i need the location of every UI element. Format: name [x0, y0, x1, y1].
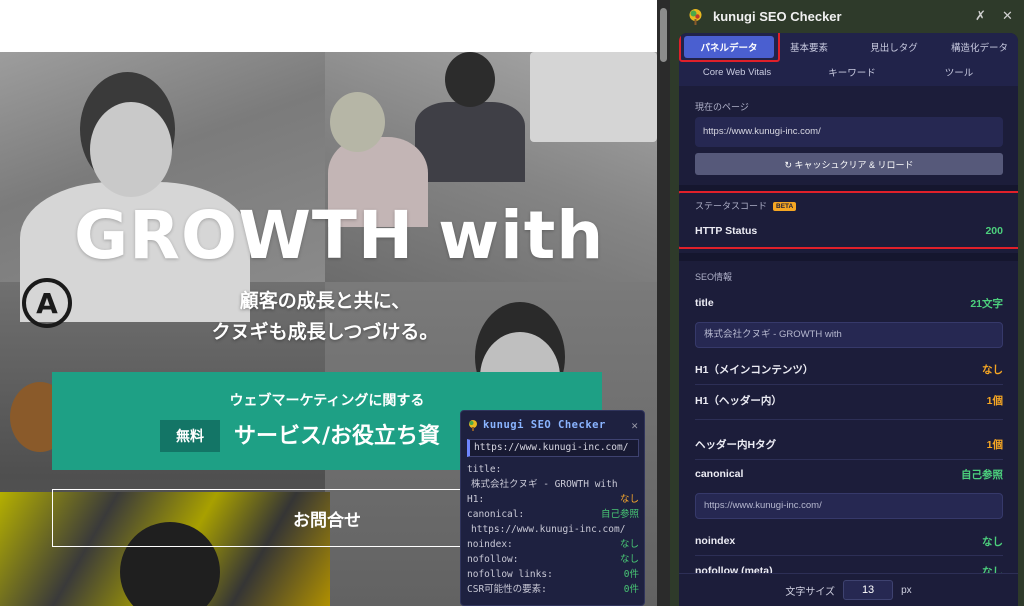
hero-title: GROWTH with — [74, 197, 605, 274]
wall-logo: A — [22, 278, 72, 328]
mini-value: 自己参照 — [600, 509, 639, 520]
header-htag-label: ヘッダー内Hタグ — [695, 438, 777, 451]
mini-label: title: — [467, 464, 502, 475]
hero-subtitle: 顧客の成長と共に、 クヌギも成長しつづける。 — [185, 286, 465, 348]
mini-row-noindex: noindex: なし — [467, 537, 639, 552]
cache-clear-reload-button[interactable]: ↻ キャッシュクリア & リロード — [695, 153, 1003, 175]
title-row: title 21文字 — [695, 293, 1003, 313]
cta-caption: ウェブマーケティングに関する — [229, 393, 425, 409]
photo-shape — [530, 52, 657, 142]
pin-icon[interactable]: ✗ — [975, 9, 986, 24]
hero-subtitle-line: クヌギも成長しつづける。 — [211, 321, 439, 343]
mini-label: nofollow: — [467, 554, 519, 565]
close-icon[interactable]: ✕ — [1002, 9, 1013, 24]
tab-heading-tags[interactable]: 見出しタグ — [854, 36, 934, 58]
mini-label: CSR可能性の要素: — [467, 584, 547, 595]
header-htag-row: ヘッダー内Hタグ 1個 — [695, 434, 1003, 454]
free-badge: 無料 — [160, 420, 220, 452]
tab-structured-data[interactable]: 構造化データ — [941, 36, 1018, 58]
screen: A GROWTH with 顧客の成長と共に、 クヌギも成長しつづける。 ウェブ… — [0, 0, 1024, 606]
kunugi-logo-icon — [689, 9, 702, 25]
header-htag-value: 1個 — [986, 438, 1003, 451]
h1-main-row: H1（メインコンテンツ） なし — [695, 359, 1003, 379]
font-size-input[interactable]: 13 — [843, 580, 894, 600]
mini-popup-rows: title: 株式会社クヌギ - GROWTH with H1: なし canon… — [467, 462, 639, 597]
mini-value: なし — [619, 554, 639, 565]
h1-header-label: H1（ヘッダー内） — [695, 394, 782, 407]
extension-body: パネルデータ 基本要素 見出しタグ 構造化データ Core Web Vitals… — [679, 33, 1018, 606]
row-separator — [695, 459, 1003, 460]
current-page-url[interactable]: https://www.kunugi-inc.com/ — [695, 117, 1003, 147]
canonical-row: canonical 自己参照 — [695, 464, 1003, 484]
tab-tools[interactable]: ツール — [929, 61, 989, 83]
cta-label: サービス/お役立ち資 — [234, 424, 441, 449]
tab-core-web-vitals[interactable]: Core Web Vitals — [697, 61, 777, 83]
h1-main-value: なし — [982, 363, 1003, 376]
photo-shape — [330, 92, 385, 152]
tab-basic-elements[interactable]: 基本要素 — [779, 36, 839, 58]
noindex-label: noindex — [695, 535, 736, 547]
extension-panel: kunugi SEO Checker ✗ ✕ パネルデータ 基本要素 見出しタグ… — [670, 0, 1024, 606]
section-divider — [679, 253, 1018, 261]
mini-popup-title: kunugi SEO Checker — [483, 419, 606, 431]
mini-label: nofollow links: — [467, 569, 553, 580]
mini-label: canonical: — [467, 509, 525, 520]
current-page-label: 現在のページ — [695, 102, 749, 112]
canonical-value: 自己参照 — [961, 468, 1003, 481]
mini-value: 株式会社クヌギ - GROWTH with — [471, 479, 618, 490]
row-separator — [695, 555, 1003, 556]
mini-value: https://www.kunugi-inc.com/ — [471, 524, 626, 535]
mini-row-canonical: canonical: 自己参照 — [467, 507, 639, 522]
mini-label: H1: — [467, 494, 485, 505]
close-icon[interactable]: ✕ — [631, 419, 638, 432]
canonical-url-box: https://www.kunugi-inc.com/ — [695, 493, 1003, 519]
hero-subtitle-line: 顧客の成長と共に、 — [239, 290, 411, 312]
highlight-box — [679, 191, 1018, 249]
noindex-value: なし — [982, 535, 1003, 548]
row-separator — [695, 384, 1003, 385]
highlight-box — [679, 33, 780, 62]
mini-label: noindex: — [467, 539, 513, 550]
canonical-label: canonical — [695, 468, 744, 480]
font-size-unit: px — [901, 584, 912, 596]
kunugi-logo-icon — [469, 420, 477, 431]
tab-keywords[interactable]: キーワード — [817, 61, 887, 83]
photo-shape — [415, 102, 525, 182]
h1-header-row: H1（ヘッダー内） 1個 — [695, 390, 1003, 410]
noindex-row: noindex なし — [695, 531, 1003, 551]
mini-popup-header: kunugi SEO Checker ✕ — [467, 417, 638, 433]
photo-shape — [90, 102, 172, 197]
mini-row-nofollow: nofollow: なし — [467, 552, 639, 567]
photo-shape — [445, 52, 495, 107]
mini-row-title-value: 株式会社クヌギ - GROWTH with — [467, 477, 639, 492]
mini-row-csr: CSR可能性の要素: 0件 — [467, 582, 639, 597]
seo-info-label: SEO情報 — [695, 272, 733, 282]
title-value-box: 株式会社クヌギ - GROWTH with — [695, 322, 1003, 348]
website-viewport: A GROWTH with 顧客の成長と共に、 クヌギも成長しつづける。 ウェブ… — [0, 0, 657, 606]
mini-row-h1: H1: なし — [467, 492, 639, 507]
scrollbar-thumb[interactable] — [660, 8, 667, 62]
mini-popup-url: https://www.kunugi-inc.com/ — [467, 439, 639, 457]
site-header-area — [0, 0, 657, 52]
extension-title: kunugi SEO Checker — [713, 9, 842, 24]
mini-value: 0件 — [623, 584, 639, 595]
mini-row-canonical-url: https://www.kunugi-inc.com/ — [467, 522, 639, 537]
h1-main-label: H1（メインコンテンツ） — [695, 363, 814, 376]
h1-header-value: 1個 — [986, 394, 1003, 407]
page-scrollbar[interactable] — [657, 0, 670, 606]
tab-bar: パネルデータ 基本要素 見出しタグ 構造化データ Core Web Vitals… — [679, 33, 1018, 86]
mini-row-title-label: title: — [467, 462, 639, 477]
title-count: 21文字 — [970, 297, 1003, 310]
mini-row-nofollow-links: nofollow links: 0件 — [467, 567, 639, 582]
row-separator — [695, 419, 1003, 420]
mini-value: なし — [619, 539, 639, 550]
mini-value: なし — [619, 494, 639, 505]
seo-mini-popup: kunugi SEO Checker ✕ https://www.kunugi-… — [460, 410, 645, 606]
title-label: title — [695, 297, 714, 309]
mini-value: 0件 — [623, 569, 639, 580]
extension-header: kunugi SEO Checker ✗ ✕ — [670, 0, 1024, 33]
font-size-footer: 文字サイズ 13 px — [679, 573, 1018, 606]
font-size-label: 文字サイズ — [785, 586, 836, 598]
